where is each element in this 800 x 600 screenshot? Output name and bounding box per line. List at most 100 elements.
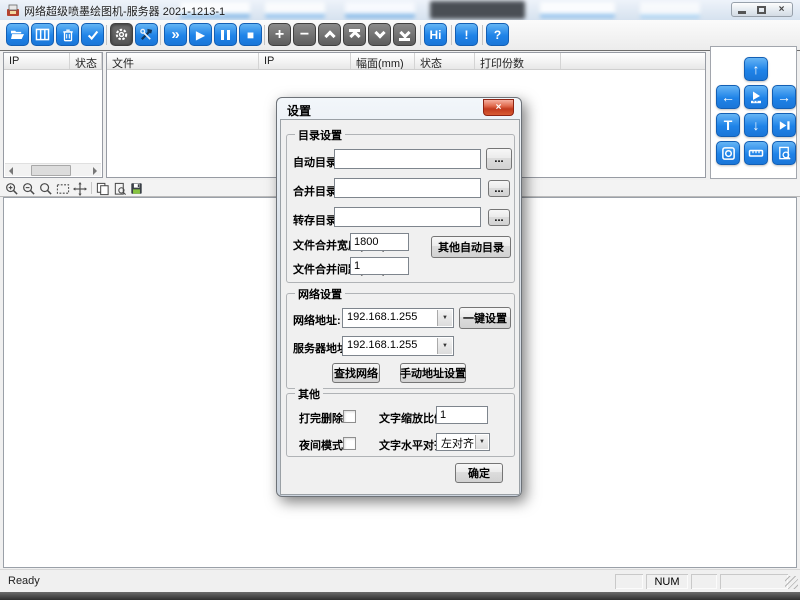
trash-icon — [61, 28, 75, 42]
move-up-button[interactable] — [318, 23, 341, 46]
column-header-copies[interactable]: 打印份数 — [475, 53, 561, 69]
merge-gap-input[interactable] — [350, 257, 409, 275]
manual-address-button[interactable]: 手动地址设置 — [400, 363, 466, 383]
nav-down-button[interactable]: ↓ — [744, 113, 768, 137]
confirm-button[interactable] — [81, 23, 104, 46]
one-key-setup-button[interactable]: 一键设置 — [459, 307, 511, 329]
play-ruler-icon — [748, 89, 764, 105]
server-address-combobox[interactable]: 192.168.1.255 ▼ — [342, 336, 454, 356]
help-button[interactable]: ? — [486, 23, 509, 46]
merge-dir-input[interactable] — [334, 178, 481, 198]
nav-text-button[interactable]: T — [716, 113, 740, 137]
scrollbar-thumb[interactable] — [31, 165, 71, 176]
move-down-button[interactable] — [368, 23, 391, 46]
select-region-button[interactable] — [55, 181, 70, 196]
auto-dir-input[interactable] — [334, 149, 481, 169]
group-label: 网络设置 — [295, 286, 345, 302]
combo-value: 192.168.1.255 — [347, 339, 417, 351]
pause-button[interactable] — [214, 23, 237, 46]
left-triangle-icon — [5, 167, 13, 175]
columns-icon — [35, 28, 50, 41]
delete-after-print-checkbox[interactable] — [343, 410, 356, 423]
document-preview-icon — [777, 146, 792, 161]
ok-button[interactable]: 确定 — [455, 463, 503, 483]
merge-width-input[interactable] — [350, 233, 409, 251]
column-header-file[interactable]: 文件 — [107, 53, 259, 69]
start-button[interactable]: ▶ — [189, 23, 212, 46]
find-network-button[interactable]: 查找网络 — [332, 363, 380, 383]
auto-dir-browse-button[interactable]: ... — [486, 148, 512, 170]
night-mode-label: 夜间模式 — [299, 437, 343, 453]
delete-button[interactable] — [56, 23, 79, 46]
save-button[interactable] — [129, 181, 144, 196]
resize-grip[interactable] — [785, 576, 798, 589]
text-align-combobox[interactable]: 左对齐 ▼ — [436, 433, 490, 451]
add-button[interactable]: + — [268, 23, 291, 46]
nav-run-ruler-button[interactable] — [744, 85, 768, 109]
zoom-in-button[interactable] — [4, 181, 19, 196]
transfer-dir-input[interactable] — [334, 207, 481, 227]
chevron-down-icon — [374, 27, 385, 38]
settings-dialog: 设置 × 目录设置 自动目录 ... 合并目录 ... 转存目录 ... 文件合… — [276, 97, 522, 497]
nav-skip-end-button[interactable] — [772, 113, 796, 137]
device-list-panel: IP 状态 — [3, 52, 103, 178]
columns-view-button[interactable] — [31, 23, 54, 46]
tools-button[interactable] — [135, 23, 158, 46]
status-pane — [615, 574, 643, 589]
glass-reflection — [640, 2, 700, 18]
nav-frame-button[interactable] — [716, 141, 740, 165]
merge-dir-browse-button[interactable]: ... — [488, 180, 510, 197]
copy-pages-icon — [96, 182, 110, 196]
horizontal-scrollbar[interactable] — [5, 163, 101, 176]
scroll-left-arrow[interactable] — [5, 165, 16, 176]
scroll-right-arrow[interactable] — [90, 165, 101, 176]
network-address-combobox[interactable]: 192.168.1.255 ▼ — [342, 308, 454, 328]
nav-right-button[interactable]: → — [772, 85, 796, 109]
copy-button[interactable] — [95, 181, 110, 196]
nav-ruler-button[interactable] — [744, 141, 768, 165]
nav-left-button[interactable]: ← — [716, 85, 740, 109]
zoom-out-button[interactable] — [21, 181, 36, 196]
open-files-button[interactable] — [6, 23, 29, 46]
selection-rect-icon — [56, 182, 70, 196]
close-button[interactable]: × — [771, 2, 793, 17]
column-header-width[interactable]: 幅面(mm) — [351, 53, 415, 69]
column-header-ip[interactable]: IP — [259, 53, 351, 69]
remove-button[interactable]: − — [293, 23, 316, 46]
application-window: 网络超级喷墨绘图机-服务器 2021-1213-1 × — [0, 0, 800, 600]
print-preview-button[interactable] — [112, 181, 127, 196]
dropdown-button[interactable]: ▼ — [437, 338, 452, 354]
gear-icon — [114, 27, 129, 42]
delete-after-print-label: 打完删除 — [299, 410, 343, 426]
column-header-status[interactable]: 状态 — [70, 53, 102, 69]
transfer-dir-browse-button[interactable]: ... — [488, 209, 510, 226]
maximize-button[interactable] — [752, 2, 772, 17]
fast-forward-button[interactable]: » — [164, 23, 187, 46]
glass-reflection — [265, 2, 325, 18]
skip-end-icon — [777, 118, 792, 133]
dialog-close-button[interactable]: × — [483, 99, 514, 116]
pan-button[interactable] — [72, 181, 87, 196]
text-scale-input[interactable] — [436, 406, 488, 424]
stop-button[interactable]: ■ — [239, 23, 262, 46]
dropdown-button[interactable]: ▼ — [475, 435, 488, 449]
minimize-button[interactable] — [731, 2, 753, 17]
zoom-fit-button[interactable] — [38, 181, 53, 196]
arrow-up-icon: ↑ — [753, 61, 760, 77]
status-pane — [720, 574, 788, 589]
dropdown-button[interactable]: ▼ — [437, 310, 452, 326]
move-to-top-button[interactable] — [343, 23, 366, 46]
column-header-ip[interactable]: IP — [4, 53, 70, 69]
nav-up-button[interactable]: ↑ — [744, 57, 768, 81]
move-to-bottom-button[interactable] — [393, 23, 416, 46]
nav-preview-button[interactable] — [772, 141, 796, 165]
glass-reflection — [540, 2, 615, 18]
alert-button[interactable]: ! — [455, 23, 478, 46]
column-header-status[interactable]: 状态 — [415, 53, 475, 69]
question-icon: ? — [494, 29, 501, 41]
hi-button[interactable]: Hi — [424, 23, 447, 46]
other-auto-dirs-button[interactable]: 其他自动目录 — [431, 236, 511, 258]
night-mode-checkbox[interactable] — [343, 437, 356, 450]
settings-button[interactable] — [110, 23, 133, 46]
status-pane — [691, 574, 717, 589]
